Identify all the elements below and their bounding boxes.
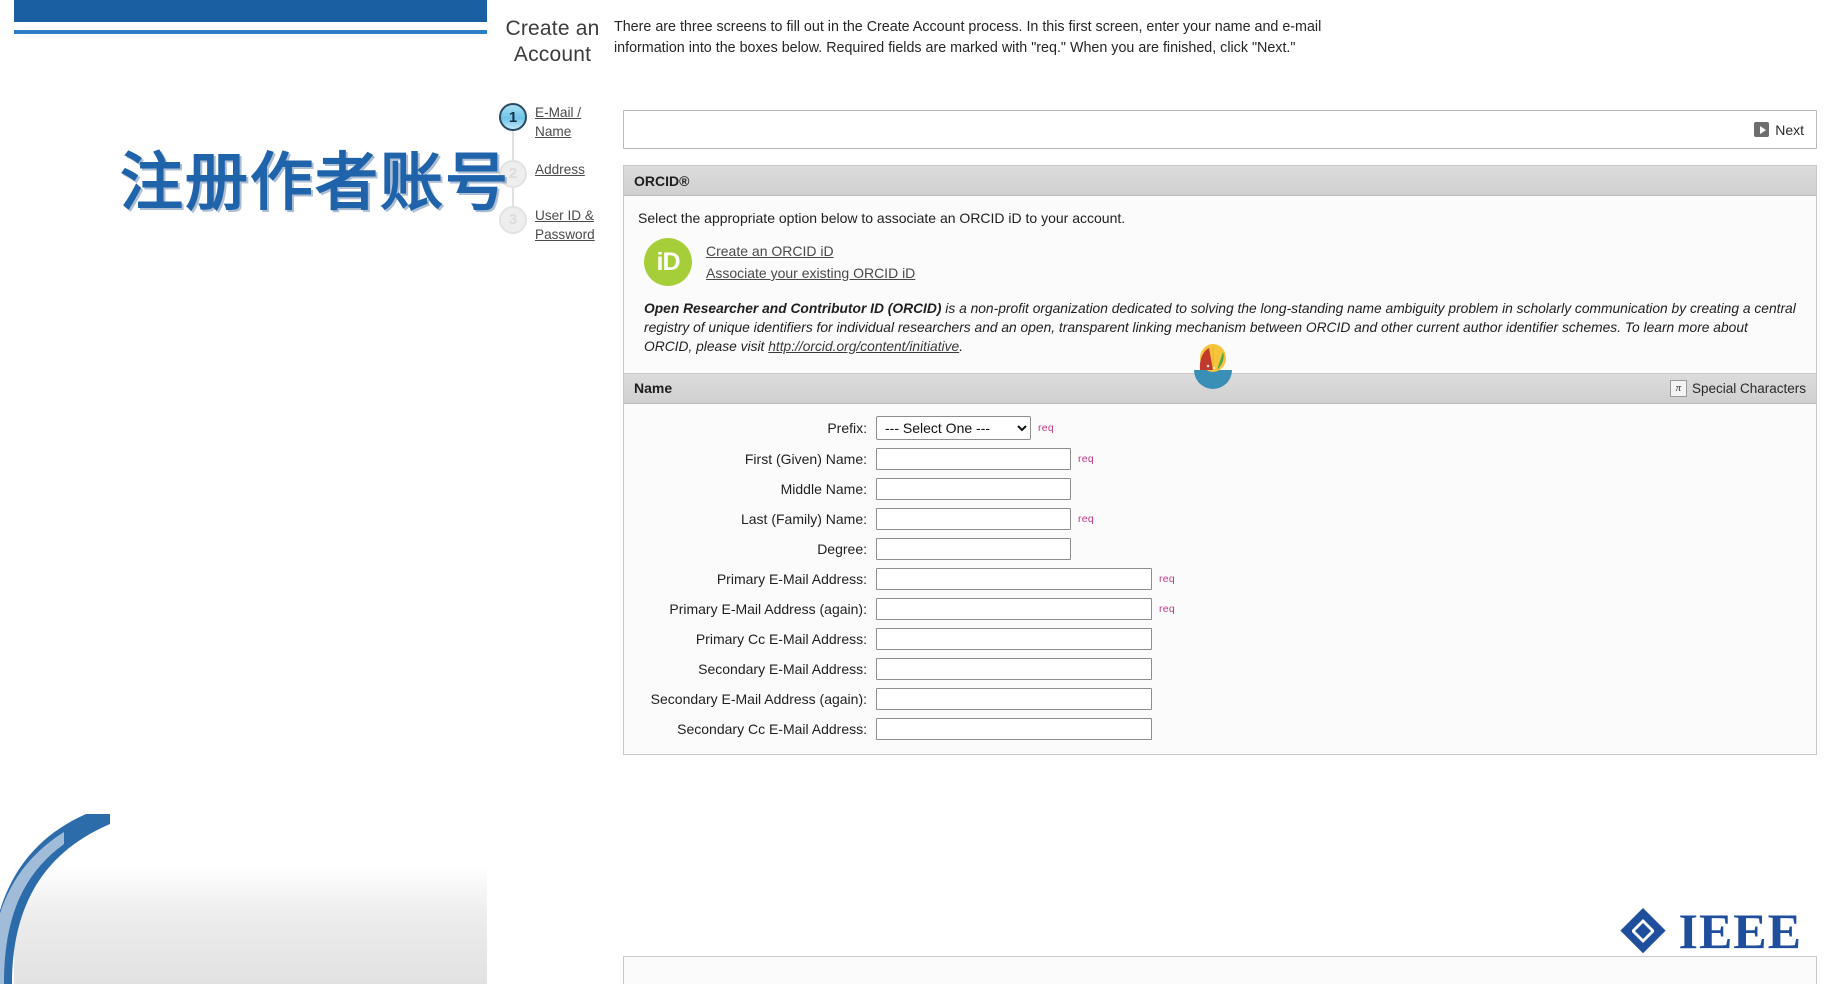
- label-secondary-email-again: Secondary E-Mail Address (again):: [650, 690, 867, 707]
- step-label-address[interactable]: Address: [535, 160, 585, 179]
- step-label-email-name[interactable]: E-Mail / Name: [535, 103, 613, 142]
- secondary-email-input[interactable]: [876, 657, 1152, 680]
- label-secondary-email: Secondary E-Mail Address:: [698, 660, 867, 677]
- last-name-input[interactable]: [876, 507, 1071, 530]
- form-row-first-name: First (Given) Name: req: [624, 447, 1816, 470]
- orcid-options-row: Create an ORCID iD Associate your existi…: [644, 238, 1804, 286]
- top-action-bar: Next: [623, 110, 1817, 149]
- orcid-id-icon: [644, 238, 692, 286]
- step-navigation: 1 E-Mail / Name 2 Address 3 User ID & Pa…: [499, 103, 629, 244]
- step-connector-1: [512, 129, 514, 163]
- name-panel-title: Name: [634, 380, 673, 397]
- orcid-panel: ORCID® Select the appropriate option bel…: [623, 165, 1817, 374]
- step-label-userid-password[interactable]: User ID & Password: [535, 206, 613, 245]
- label-middle-name: Middle Name:: [780, 480, 867, 497]
- form-row-secondary-cc-email: Secondary Cc E-Mail Address:: [624, 717, 1816, 740]
- primary-email-again-input[interactable]: [876, 597, 1152, 620]
- bottom-swoosh-decoration: [0, 814, 110, 984]
- form-row-last-name: Last (Family) Name: req: [624, 507, 1816, 530]
- step-item-3[interactable]: 3 User ID & Password: [499, 205, 629, 245]
- name-form-fields: Prefix: --- Select One --- req First (Gi…: [624, 404, 1816, 754]
- form-row-primary-email: Primary E-Mail Address: req: [624, 567, 1816, 590]
- orcid-description: Open Researcher and Contributor ID (ORCI…: [644, 300, 1798, 357]
- step-item-1[interactable]: 1 E-Mail / Name: [499, 103, 629, 163]
- label-primary-email: Primary E-Mail Address:: [716, 570, 867, 587]
- name-panel-header: Name π Special Characters: [624, 373, 1816, 404]
- form-row-prefix: Prefix: --- Select One --- req: [624, 415, 1816, 440]
- label-last-name: Last (Family) Name:: [740, 510, 867, 527]
- main-content-column: Next ORCID® Select the appropriate optio…: [623, 110, 1817, 755]
- next-panel-stub: [623, 956, 1817, 984]
- form-row-middle-name: Middle Name:: [624, 477, 1816, 500]
- label-secondary-cc-email: Secondary Cc E-Mail Address:: [677, 720, 867, 737]
- orcid-description-bold: Open Researcher and Contributor ID (ORCI…: [644, 301, 942, 316]
- associate-orcid-id-link[interactable]: Associate your existing ORCID iD: [706, 265, 915, 281]
- slide-title-chinese: 注册作者账号: [120, 146, 510, 219]
- orcid-lead-text: Select the appropriate option below to a…: [638, 210, 1126, 226]
- next-button[interactable]: Next: [1748, 120, 1810, 140]
- label-primary-email-again: Primary E-Mail Address (again):: [669, 600, 867, 617]
- embedded-screenshot-pane: Create an Account There are three screen…: [487, 0, 1832, 984]
- required-marker-primary-email-again: req: [1159, 602, 1176, 615]
- instructions-text: There are three screens to fill out in t…: [614, 19, 1322, 56]
- ieee-wordmark: IEEE: [1678, 903, 1802, 959]
- required-marker-last-name: req: [1078, 512, 1095, 525]
- form-row-secondary-email: Secondary E-Mail Address:: [624, 657, 1816, 680]
- first-name-input[interactable]: [876, 447, 1071, 470]
- name-panel: Name π Special Characters Prefix: --- Se…: [623, 373, 1817, 755]
- secondary-email-again-input[interactable]: [876, 687, 1152, 710]
- orcid-panel-body: Select the appropriate option below to a…: [624, 196, 1816, 373]
- label-first-name: First (Given) Name:: [744, 450, 867, 467]
- step-badge-1: 1: [499, 103, 527, 131]
- form-row-secondary-email-again: Secondary E-Mail Address (again):: [624, 687, 1816, 710]
- label-primary-cc-email: Primary Cc E-Mail Address:: [695, 630, 867, 647]
- orcid-initiative-link[interactable]: http://orcid.org/content/initiative: [768, 339, 959, 354]
- required-marker-prefix: req: [1038, 421, 1055, 434]
- prefix-select[interactable]: --- Select One ---: [876, 415, 1031, 440]
- next-button-label: Next: [1775, 121, 1804, 138]
- primary-cc-email-input[interactable]: [876, 627, 1152, 650]
- top-blue-bar-decoration: [0, 0, 560, 22]
- label-degree: Degree:: [817, 540, 867, 557]
- special-characters-label: Special Characters: [1691, 380, 1806, 396]
- required-marker-primary-email: req: [1159, 572, 1176, 585]
- special-characters-button[interactable]: π Special Characters: [1669, 379, 1806, 397]
- label-prefix: Prefix:: [827, 419, 867, 436]
- play-arrow-icon: [1754, 122, 1770, 137]
- required-marker-first-name: req: [1078, 452, 1095, 465]
- form-row-primary-email-again: Primary E-Mail Address (again): req: [624, 597, 1816, 620]
- primary-email-input[interactable]: [876, 567, 1152, 590]
- page-title: Create an Account: [505, 17, 600, 67]
- form-row-primary-cc-email: Primary Cc E-Mail Address:: [624, 627, 1816, 650]
- ieee-logo: IEEE: [1618, 906, 1802, 956]
- middle-name-input[interactable]: [876, 477, 1071, 500]
- pi-icon: π: [1669, 379, 1687, 397]
- ieee-diamond-icon: [1618, 906, 1668, 956]
- orcid-description-end: .: [959, 338, 964, 354]
- create-orcid-id-link[interactable]: Create an ORCID iD: [706, 243, 915, 259]
- orcid-panel-title: ORCID®: [634, 172, 690, 189]
- orcid-link-group: Create an ORCID iD Associate your existi…: [706, 243, 915, 281]
- form-row-degree: Degree:: [624, 537, 1816, 560]
- orcid-panel-header: ORCID®: [624, 166, 1816, 196]
- top-blue-line-decoration: [0, 30, 560, 34]
- secondary-cc-email-input[interactable]: [876, 717, 1152, 740]
- step-item-2[interactable]: 2 Address: [499, 159, 629, 220]
- degree-input[interactable]: [876, 537, 1071, 560]
